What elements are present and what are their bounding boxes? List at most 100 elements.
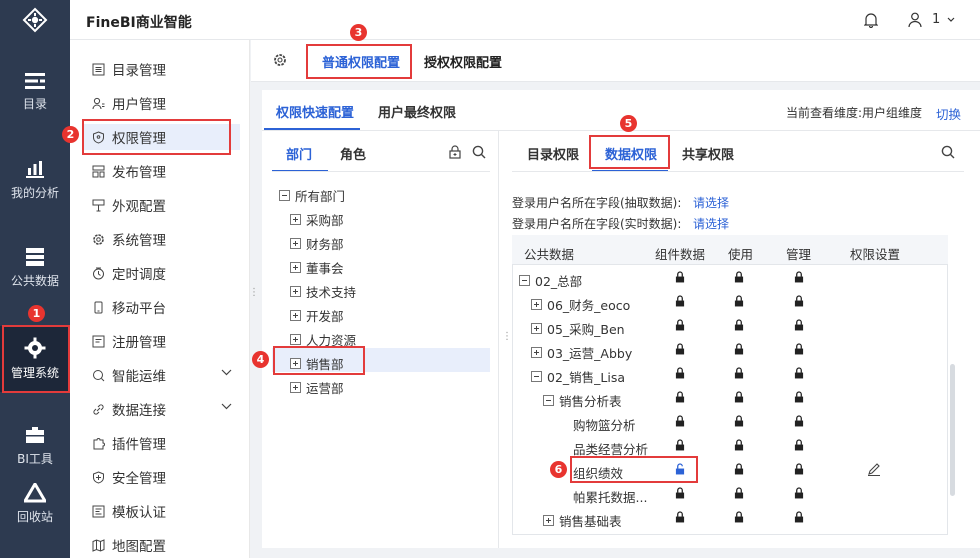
lock-icon[interactable] xyxy=(734,295,744,307)
expand-icon[interactable] xyxy=(531,323,542,334)
table-row[interactable]: 02_销售_Lisa xyxy=(531,367,625,386)
rail-item-recycle-bin[interactable]: 回收站 xyxy=(0,476,70,532)
tree-item-sales-dept[interactable]: 销售部 xyxy=(290,354,344,373)
lock-icon[interactable] xyxy=(675,367,685,379)
lock-icon[interactable] xyxy=(794,487,804,499)
lock-icon[interactable] xyxy=(675,295,685,307)
rail-item-public-data[interactable]: 公共数据 xyxy=(0,240,70,296)
table-row[interactable]: 销售基础表 xyxy=(543,511,622,530)
tree-item-dept[interactable]: 技术支持 xyxy=(290,282,356,301)
lock-icon[interactable] xyxy=(794,295,804,307)
lock-icon[interactable] xyxy=(734,487,744,499)
expand-icon[interactable] xyxy=(290,358,301,369)
scrollbar[interactable] xyxy=(950,364,955,496)
menu-item-catalog-management[interactable]: 目录管理 xyxy=(82,56,240,82)
rail-item-bi-tools[interactable]: BI工具 xyxy=(0,418,70,474)
lock-icon[interactable] xyxy=(675,511,685,523)
lock-icon[interactable] xyxy=(734,463,744,475)
menu-item-appearance[interactable]: 外观配置 xyxy=(82,192,240,218)
gear-icon[interactable] xyxy=(273,53,287,67)
search-icon[interactable] xyxy=(941,145,955,159)
finebi-logo-icon[interactable] xyxy=(0,0,70,40)
tab-share-permission[interactable]: 共享权限 xyxy=(682,144,734,163)
lock-icon[interactable] xyxy=(675,415,685,427)
menu-item-data-connection[interactable]: 数据连接 xyxy=(82,396,240,422)
lock-icon[interactable] xyxy=(794,343,804,355)
lock-icon[interactable] xyxy=(794,367,804,379)
expand-icon[interactable] xyxy=(290,382,301,393)
unlock-icon[interactable] xyxy=(675,463,685,475)
tree-root[interactable]: 所有部门 xyxy=(279,186,345,205)
lock-icon[interactable] xyxy=(794,463,804,475)
lock-icon[interactable] xyxy=(675,391,685,403)
chevron-down-icon[interactable] xyxy=(947,17,955,22)
tab-data-permission[interactable]: 数据权限 xyxy=(605,144,657,163)
table-row[interactable]: 品类经营分析 xyxy=(573,439,648,458)
user-icon[interactable] xyxy=(908,12,922,28)
lock-icon[interactable] xyxy=(734,439,744,451)
menu-item-registration[interactable]: 注册管理 xyxy=(82,328,240,354)
search-icon[interactable] xyxy=(472,145,486,159)
tab-catalog-permission[interactable]: 目录权限 xyxy=(527,144,579,163)
expand-icon[interactable] xyxy=(290,214,301,225)
chevron-down-icon[interactable] xyxy=(221,369,232,376)
expand-icon[interactable] xyxy=(290,262,301,273)
lock-icon[interactable] xyxy=(675,343,685,355)
tree-item-dept[interactable]: 采购部 xyxy=(290,210,344,229)
menu-item-plugin-management[interactable]: 插件管理 xyxy=(82,430,240,456)
collapse-icon[interactable] xyxy=(543,395,554,406)
lock-icon[interactable] xyxy=(675,439,685,451)
menu-item-publish-management[interactable]: 发布管理 xyxy=(82,158,240,184)
lock-icon[interactable] xyxy=(794,511,804,523)
lock-icon[interactable] xyxy=(734,391,744,403)
tab-grant-permission[interactable]: 授权权限配置 xyxy=(424,52,502,71)
tab-department[interactable]: 部门 xyxy=(286,144,312,163)
expand-icon[interactable] xyxy=(290,238,301,249)
rail-item-my-analysis[interactable]: 我的分析 xyxy=(0,152,70,208)
table-row[interactable]: 帕累托数据... xyxy=(573,487,647,506)
menu-item-template-certification[interactable]: 模板认证 xyxy=(82,498,240,524)
bell-icon[interactable] xyxy=(864,12,878,28)
expand-icon[interactable] xyxy=(543,515,554,526)
tab-normal-permission[interactable]: 普通权限配置 xyxy=(322,52,400,71)
expand-icon[interactable] xyxy=(290,310,301,321)
expand-icon[interactable] xyxy=(531,299,542,310)
menu-item-smart-ops[interactable]: 智能运维 xyxy=(82,362,240,388)
tree-item-dept[interactable]: 开发部 xyxy=(290,306,344,325)
add-lock-icon[interactable] xyxy=(448,145,462,159)
menu-item-system-management[interactable]: 系统管理 xyxy=(82,226,240,252)
menu-item-user-management[interactable]: 用户管理 xyxy=(82,90,240,116)
tab-final-permission[interactable]: 用户最终权限 xyxy=(378,102,456,121)
edit-icon[interactable] xyxy=(867,462,881,476)
table-row[interactable]: 05_采购_Ben xyxy=(531,319,625,338)
expand-icon[interactable] xyxy=(290,286,301,297)
tree-item-dept[interactable]: 运营部 xyxy=(290,378,344,397)
menu-item-permission-management[interactable]: 权限管理 xyxy=(82,124,240,150)
menu-item-scheduler[interactable]: 定时调度 xyxy=(82,260,240,286)
lock-icon[interactable] xyxy=(794,439,804,451)
lock-icon[interactable] xyxy=(734,271,744,283)
lock-icon[interactable] xyxy=(734,415,744,427)
rail-item-system-management[interactable]: 管理系统 xyxy=(0,326,70,392)
table-row[interactable]: 02_总部 xyxy=(519,271,582,290)
lock-icon[interactable] xyxy=(794,271,804,283)
tab-quick-config[interactable]: 权限快速配置 xyxy=(276,102,354,121)
login-field-realtime-link[interactable]: 请选择 xyxy=(693,215,729,232)
menu-resize-handle[interactable]: ⋮ xyxy=(249,288,259,298)
table-row[interactable]: 销售分析表 xyxy=(543,391,622,410)
lock-icon[interactable] xyxy=(794,415,804,427)
lock-icon[interactable] xyxy=(734,343,744,355)
menu-item-map-configuration[interactable]: 地图配置 xyxy=(82,532,240,558)
lock-icon[interactable] xyxy=(734,319,744,331)
lock-icon[interactable] xyxy=(675,271,685,283)
collapse-icon[interactable] xyxy=(519,275,530,286)
table-row[interactable]: 购物篮分析 xyxy=(573,415,636,434)
lock-icon[interactable] xyxy=(675,487,685,499)
lock-icon[interactable] xyxy=(734,367,744,379)
menu-item-security-management[interactable]: 安全管理 xyxy=(82,464,240,490)
switch-link[interactable]: 切换 xyxy=(936,104,961,123)
login-field-extract-link[interactable]: 请选择 xyxy=(693,194,729,211)
table-row[interactable]: 组织绩效 xyxy=(573,463,623,482)
table-row[interactable]: 03_运营_Abby xyxy=(531,343,632,362)
tree-item-dept[interactable]: 财务部 xyxy=(290,234,344,253)
